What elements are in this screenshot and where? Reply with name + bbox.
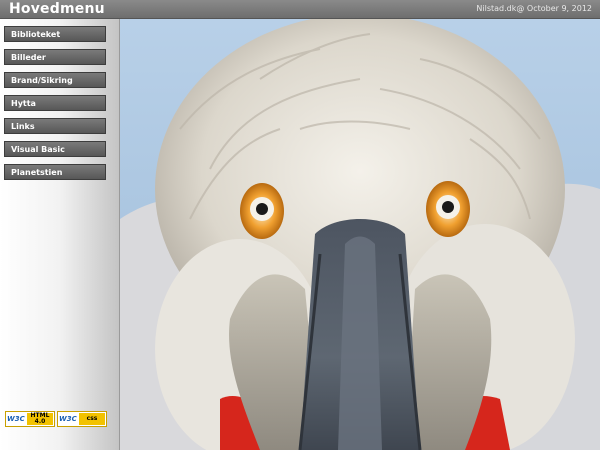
w3c-css-tag: css xyxy=(79,413,105,425)
sidebar: Biblioteket Billeder Brand/Sikring Hytta… xyxy=(0,19,120,450)
w3c-html-logo-text: W3C xyxy=(7,415,25,423)
menu-button-billeder[interactable]: Billeder xyxy=(4,49,106,65)
pelican-photo xyxy=(120,19,600,450)
menu-button-visual-basic[interactable]: Visual Basic xyxy=(4,141,106,157)
w3c-css-logo-text: W3C xyxy=(59,415,77,423)
header-info: Nilstad.dk@ October 9, 2012 xyxy=(476,4,592,13)
w3c-html-badge[interactable]: W3C HTML 4.0 xyxy=(5,411,55,427)
pelican-image xyxy=(120,19,600,450)
menu-button-biblioteket[interactable]: Biblioteket xyxy=(4,26,106,42)
menu-button-hytta[interactable]: Hytta xyxy=(4,95,106,111)
menu-button-planetstien[interactable]: Planetstien xyxy=(4,164,106,180)
w3c-html-tag: HTML 4.0 xyxy=(27,413,53,425)
page-title: Hovedmenu xyxy=(9,1,105,17)
menu-button-links[interactable]: Links xyxy=(4,118,106,134)
w3c-css-badge[interactable]: W3C css xyxy=(57,411,107,427)
menu-button-brand-sikring[interactable]: Brand/Sikring xyxy=(4,72,106,88)
header-bar: Hovedmenu Nilstad.dk@ October 9, 2012 xyxy=(0,0,600,19)
